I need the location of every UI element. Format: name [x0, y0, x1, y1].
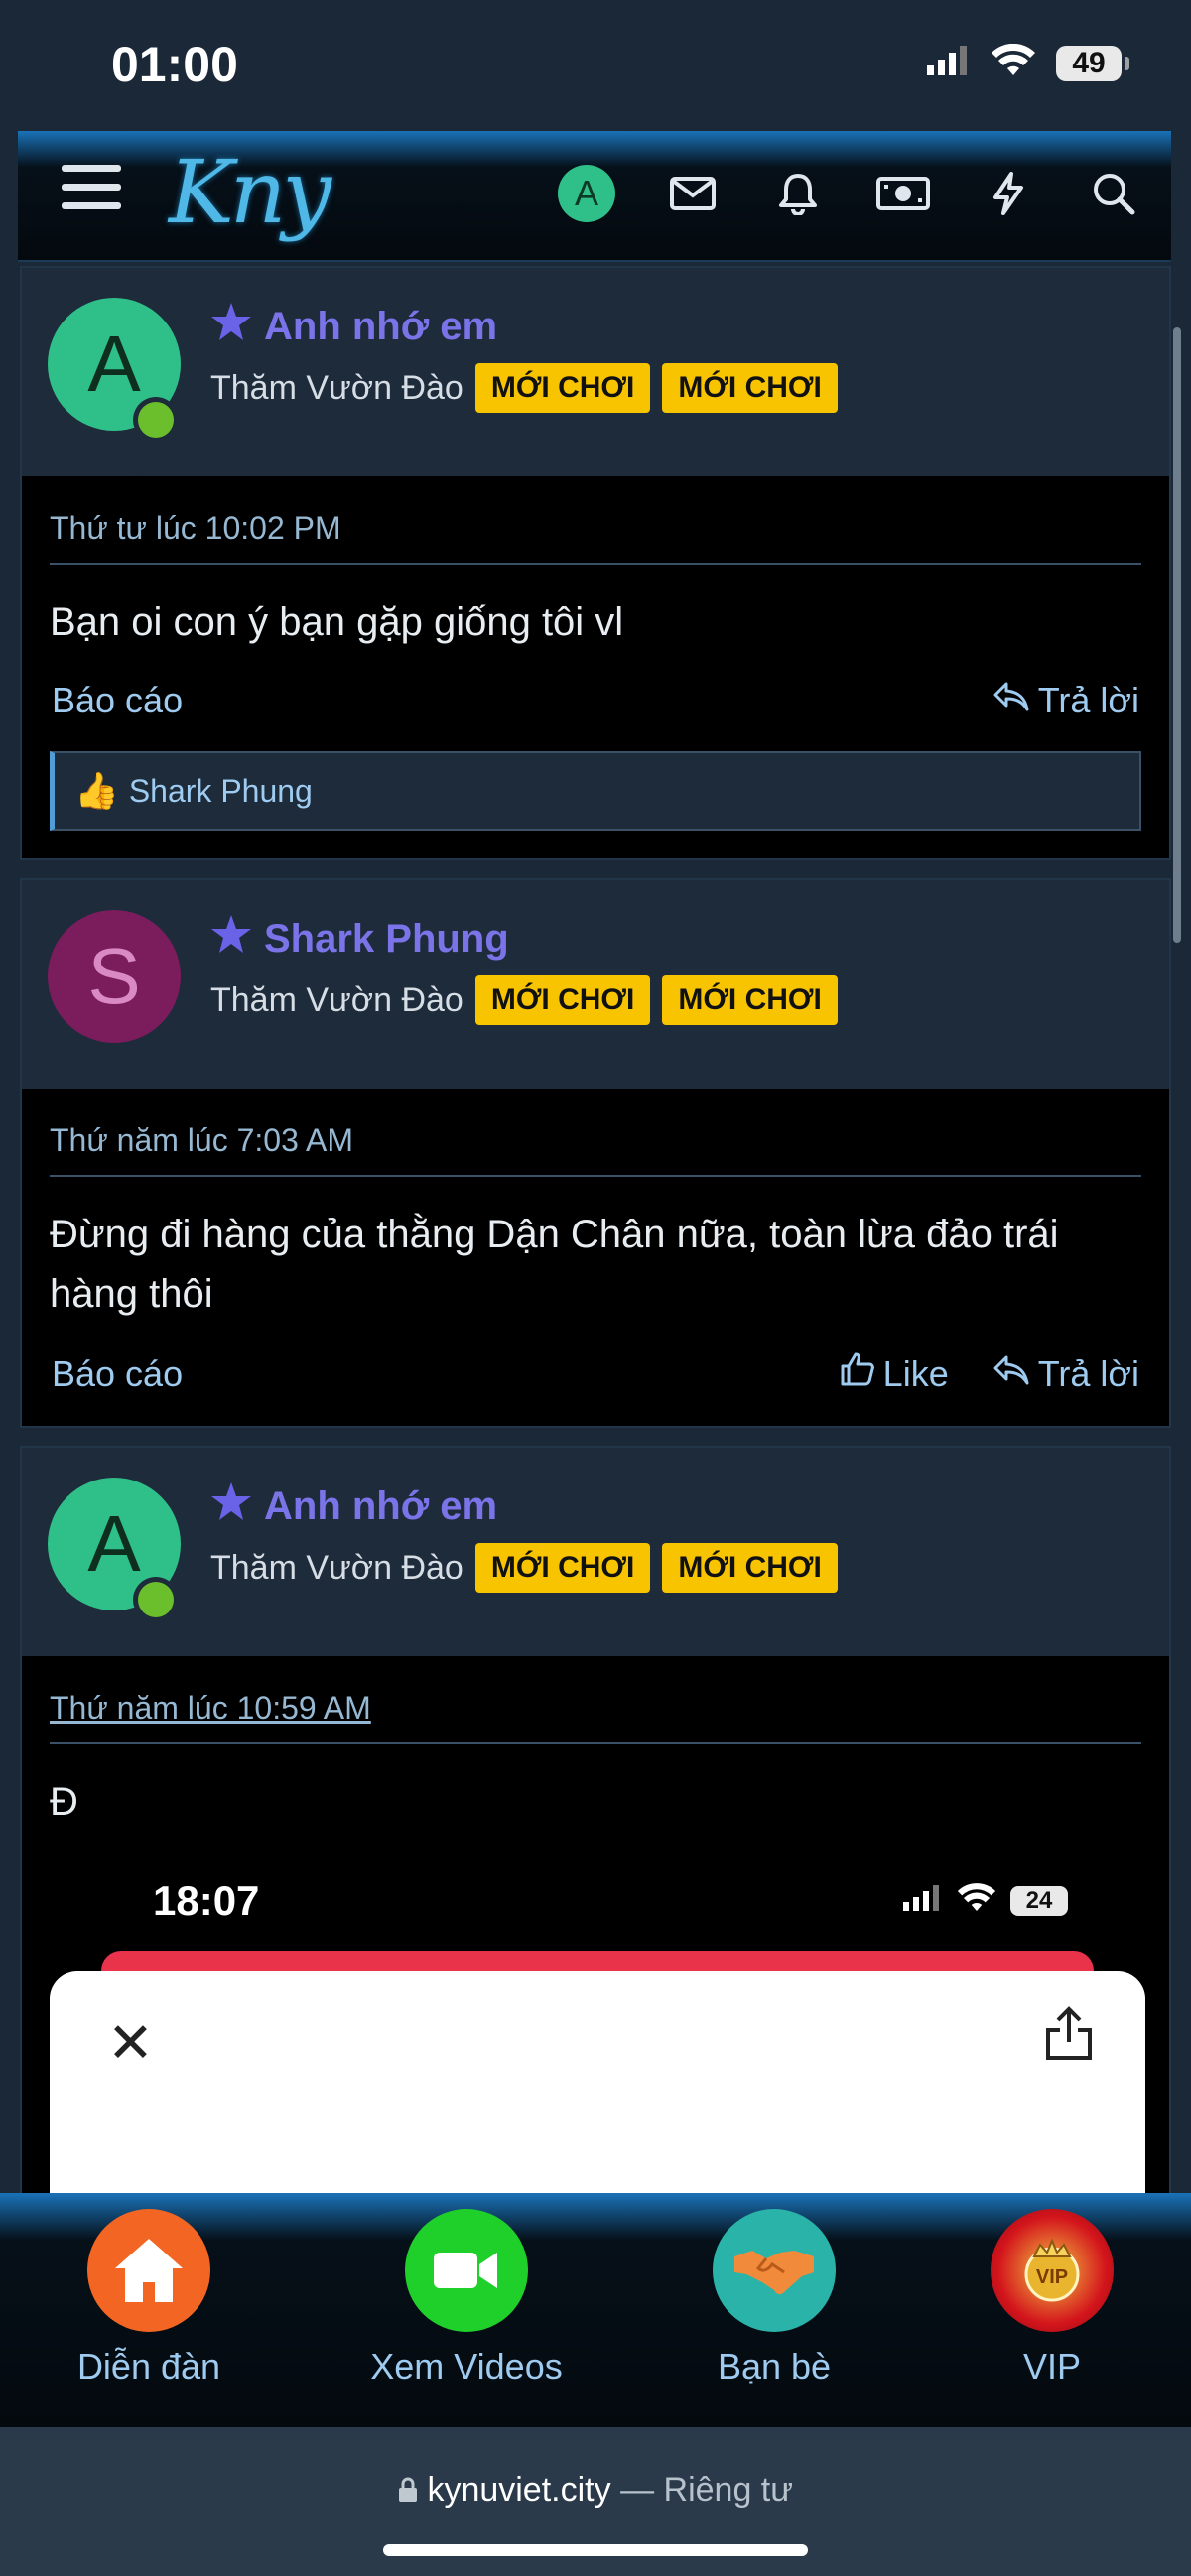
- nav-videos-label: Xem Videos: [370, 2346, 563, 2386]
- post-header: A Anh nhớ em Thăm Vườn Đào MỚI CHƠI MỚI …: [22, 1448, 1169, 1656]
- post-username[interactable]: Anh nhớ em: [264, 1484, 497, 1529]
- reaction-summary[interactable]: 👍 Shark Phung: [50, 751, 1141, 831]
- home-indicator[interactable]: [383, 2544, 808, 2556]
- rank-badge: MỚI CHƠI: [474, 975, 651, 1025]
- post: A Anh nhớ em Thăm Vườn Đào MỚI CHƠI MỚI …: [20, 266, 1171, 860]
- post-username[interactable]: Anh nhớ em: [264, 305, 497, 349]
- svg-text:VIP: VIP: [1036, 2266, 1068, 2288]
- scrollbar[interactable]: [1173, 327, 1181, 943]
- post-list: A Anh nhớ em Thăm Vườn Đào MỚI CHƠI MỚI …: [20, 266, 1171, 2249]
- site-logo[interactable]: Kny: [169, 141, 331, 243]
- report-button[interactable]: Báo cáo: [52, 680, 183, 721]
- post-content: Đ: [50, 1780, 78, 1824]
- online-status-icon: [133, 397, 179, 443]
- rank-badge: MỚI CHƠI: [474, 363, 651, 413]
- post-content: Bạn oi con ý bạn gặp giống tôi vl: [50, 600, 624, 644]
- post: S Shark Phung Thăm Vườn Đào MỚI CHƠI MỚI…: [20, 878, 1171, 1428]
- menu-icon[interactable]: [62, 165, 121, 220]
- close-icon: ✕: [107, 2011, 154, 2074]
- signal-icon: [903, 1885, 943, 1916]
- user-avatar[interactable]: A: [558, 165, 615, 222]
- url-domain: kynuviet.city: [427, 2471, 611, 2509]
- wifi-icon: [991, 43, 1036, 82]
- post-content: Đừng đi hàng của thằng Dận Chân nữa, toà…: [50, 1213, 1059, 1316]
- nav-vip[interactable]: VIP VIP: [913, 2193, 1191, 2427]
- bottom-nav: Diễn đàn Xem Videos Bạn bè VIP VIP: [0, 2193, 1191, 2427]
- post-date[interactable]: Thứ năm lúc 10:59 AM: [50, 1656, 1141, 1744]
- post-date[interactable]: Thứ năm lúc 7:03 AM: [50, 1089, 1141, 1177]
- nav-forum-label: Diễn đàn: [76, 2346, 221, 2386]
- mail-icon[interactable]: [665, 166, 721, 221]
- home-icon: [87, 2209, 210, 2332]
- status-bar: 01:00 49: [0, 0, 1191, 129]
- reply-button[interactable]: Trả lời: [992, 1353, 1139, 1395]
- rank-badge: MỚI CHƠI: [662, 363, 838, 413]
- wifi-icon: [957, 1883, 996, 1918]
- share-icon: [1042, 2006, 1096, 2067]
- star-icon: [210, 302, 252, 351]
- like-button[interactable]: Like: [840, 1352, 949, 1396]
- embedded-time: 18:07: [153, 1877, 260, 1924]
- handshake-icon: [713, 2209, 836, 2332]
- star-icon: [210, 1481, 252, 1531]
- reply-button[interactable]: Trả lời: [992, 680, 1139, 721]
- post: A Anh nhớ em Thăm Vườn Đào MỚI CHƠI MỚI …: [20, 1446, 1171, 2231]
- reply-icon: [992, 680, 1030, 721]
- rank-badge: MỚI CHƠI: [662, 975, 838, 1025]
- rank-badge: MỚI CHƠI: [662, 1543, 838, 1593]
- lock-icon: [398, 2471, 418, 2509]
- user-role: Thăm Vườn Đào: [210, 368, 463, 407]
- online-status-icon: [133, 1577, 179, 1622]
- nav-videos[interactable]: Xem Videos: [298, 2193, 635, 2427]
- user-role: Thăm Vườn Đào: [210, 1548, 463, 1587]
- search-icon[interactable]: [1086, 166, 1141, 221]
- nav-forum[interactable]: Diễn đàn: [0, 2193, 298, 2427]
- post-date[interactable]: Thứ tư lúc 10:02 PM: [50, 476, 1141, 565]
- vip-crown-icon: VIP: [991, 2209, 1114, 2332]
- reply-icon: [992, 1353, 1030, 1395]
- site-header: Kny A: [18, 131, 1171, 262]
- nav-friends[interactable]: Bạn bè: [635, 2193, 913, 2427]
- browser-url-bar[interactable]: kynuviet.city — Riêng tư: [0, 2427, 1191, 2576]
- rank-badge: MỚI CHƠI: [474, 1543, 651, 1593]
- post-username[interactable]: Shark Phung: [264, 917, 509, 962]
- liked-by-name[interactable]: Shark Phung: [129, 773, 313, 810]
- thumbs-up-icon: [840, 1352, 875, 1396]
- star-icon: [210, 914, 252, 964]
- embedded-screenshot[interactable]: 18:07 24 ✕: [50, 1862, 1145, 2229]
- bell-icon[interactable]: [770, 166, 826, 221]
- report-button[interactable]: Báo cáo: [52, 1353, 183, 1395]
- battery-icon: 49: [1056, 45, 1129, 81]
- lightning-icon[interactable]: [981, 166, 1036, 221]
- signal-icon: [927, 46, 971, 80]
- post-header: A Anh nhớ em Thăm Vườn Đào MỚI CHƠI MỚI …: [22, 268, 1169, 476]
- nav-friends-label: Bạn bè: [717, 2346, 832, 2386]
- money-icon[interactable]: [875, 166, 931, 221]
- battery-icon: 24: [1010, 1885, 1068, 1916]
- post-header: S Shark Phung Thăm Vườn Đào MỚI CHƠI MỚI…: [22, 880, 1169, 1089]
- url-privacy: — Riêng tư: [620, 2471, 794, 2509]
- video-camera-icon: [405, 2209, 528, 2332]
- post-avatar[interactable]: S: [48, 910, 181, 1043]
- user-role: Thăm Vườn Đào: [210, 980, 463, 1019]
- thumbs-up-emoji-icon: 👍: [74, 770, 119, 811]
- nav-vip-label: VIP: [1022, 2346, 1082, 2386]
- status-time: 01:00: [111, 37, 238, 92]
